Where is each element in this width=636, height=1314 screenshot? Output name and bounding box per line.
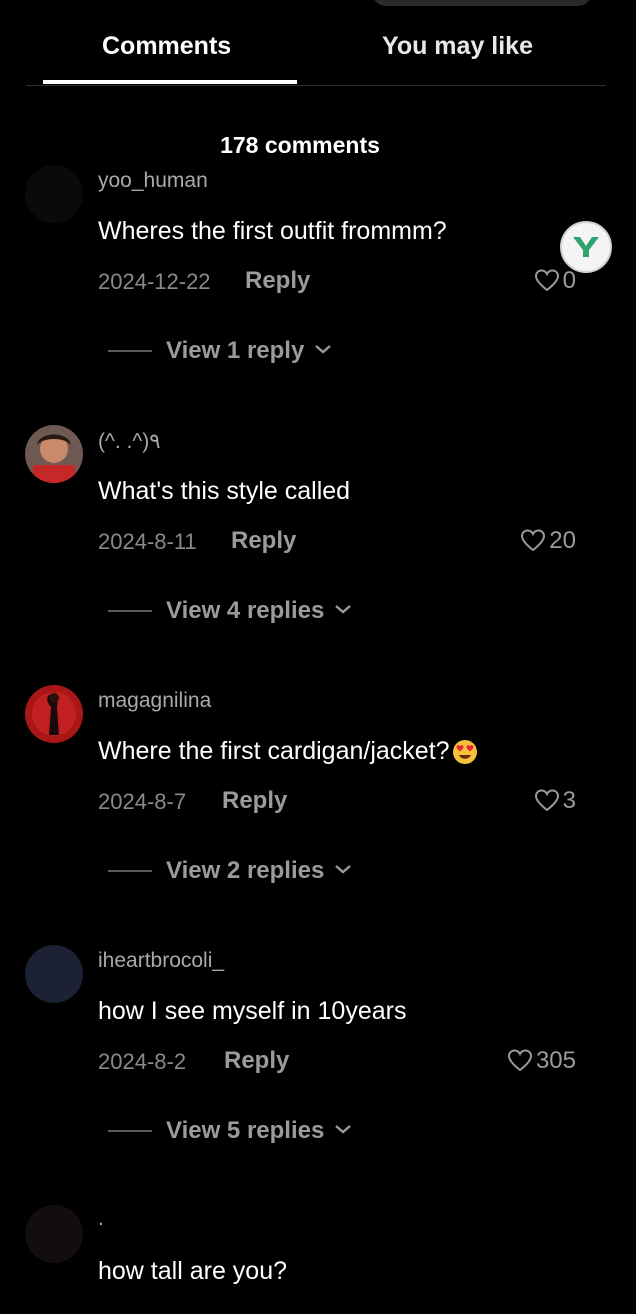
like-count: 0: [562, 267, 576, 294]
comment-text: Where the first cardigan/jacket?: [98, 737, 478, 766]
divider-line: [108, 350, 152, 352]
comment-text: Wheres the first outfit frommm?: [98, 217, 447, 246]
chevron-down-icon: [314, 342, 332, 360]
comment-username[interactable]: yoo_human: [98, 169, 208, 193]
like-button[interactable]: 20: [520, 527, 576, 555]
view-replies-label: View 4 replies: [166, 597, 325, 624]
like-count: 305: [535, 1047, 576, 1074]
comment-date: 2024-8-11: [98, 529, 197, 554]
avatar[interactable]: [25, 945, 83, 1003]
comment-username[interactable]: .: [98, 1207, 104, 1231]
divider-line: [108, 610, 152, 612]
view-replies-button[interactable]: View 2 replies: [108, 857, 352, 885]
heart-eyes-emoji-icon: [452, 739, 478, 765]
view-replies-label: View 2 replies: [166, 857, 325, 884]
comment-username[interactable]: magagnilina: [98, 689, 211, 713]
like-button[interactable]: 305: [507, 1047, 576, 1075]
reply-button[interactable]: Reply: [224, 1047, 289, 1075]
avatar[interactable]: [25, 1205, 83, 1263]
reply-button[interactable]: Reply: [231, 527, 296, 555]
divider-line: [108, 1130, 152, 1132]
comment-date: 2024-8-7: [98, 789, 187, 814]
chevron-down-icon: [334, 862, 352, 880]
comment-text: What's this style called: [98, 477, 350, 506]
avatar[interactable]: [25, 685, 83, 743]
comment-item: (^. .^)٩ What's this style called 2024-8…: [0, 425, 636, 685]
comment-text: how I see myself in 10years: [98, 997, 406, 1026]
y-logo-icon: [573, 237, 599, 257]
heart-icon: [534, 269, 559, 292]
floating-app-badge[interactable]: [560, 221, 612, 273]
tab-comments[interactable]: Comments: [102, 32, 231, 61]
tab-you-may-like[interactable]: You may like: [382, 32, 533, 61]
reply-button[interactable]: Reply: [245, 267, 310, 295]
comment-item: iheartbrocoli_ how I see myself in 10yea…: [0, 945, 636, 1205]
comment-username[interactable]: iheartbrocoli_: [98, 949, 224, 973]
comment-text: how tall are you?: [98, 1257, 287, 1286]
comment-text-content: how tall are you?: [98, 1257, 288, 1285]
reply-button[interactable]: Reply: [222, 787, 287, 815]
heart-icon: [534, 789, 559, 812]
avatar[interactable]: [25, 425, 83, 483]
divider-line: [108, 870, 152, 872]
view-replies-label: View 5 replies: [166, 1117, 325, 1144]
comment-text-content: What's this style called: [98, 477, 351, 505]
view-replies-button[interactable]: View 4 replies: [108, 597, 352, 625]
like-count: 20: [549, 527, 576, 554]
view-replies-button[interactable]: View 1 reply: [108, 337, 332, 365]
like-button[interactable]: 0: [534, 267, 576, 295]
comment-item: . how tall are you?: [0, 1205, 636, 1314]
heart-icon: [507, 1049, 532, 1072]
comment-date: 2024-12-22: [98, 269, 211, 294]
chevron-down-icon: [334, 1122, 352, 1140]
comment-count: 178 comments: [220, 132, 380, 158]
view-replies-button[interactable]: View 5 replies: [108, 1117, 352, 1145]
view-replies-label: View 1 reply: [166, 337, 305, 364]
comment-date: 2024-8-2: [98, 1049, 187, 1074]
comment-text-content: how I see myself in 10years: [98, 997, 407, 1025]
like-button[interactable]: 3: [534, 787, 576, 815]
like-count: 3: [562, 787, 576, 814]
heart-icon: [521, 529, 546, 552]
comment-text-content: Wheres the first outfit frommm?: [98, 217, 447, 245]
comment-text-content: Where the first cardigan/jacket?: [98, 737, 450, 765]
tab-bar: Comments You may like: [26, 0, 606, 86]
comment-username[interactable]: (^. .^)٩: [98, 429, 160, 454]
avatar[interactable]: [25, 165, 83, 223]
comment-item: yoo_human Wheres the first outfit frommm…: [0, 165, 636, 425]
chevron-down-icon: [334, 602, 352, 620]
active-tab-indicator: [43, 80, 297, 84]
comment-item: magagnilina Where the first cardigan/jac…: [0, 685, 636, 945]
